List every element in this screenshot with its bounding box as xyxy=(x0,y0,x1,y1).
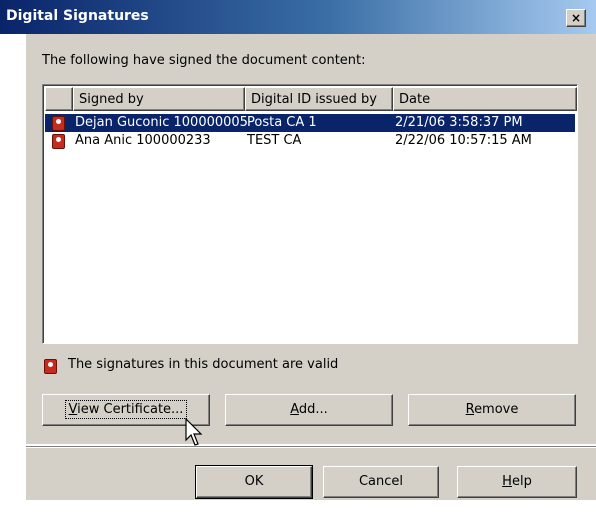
add-label: Add... xyxy=(290,402,328,417)
view-certificate-label: View Certificate... xyxy=(64,400,188,419)
digital-signatures-dialog: Digital Signatures × The following have … xyxy=(0,0,596,515)
remove-label: Remove xyxy=(465,402,519,417)
signature-valid-icon xyxy=(44,359,57,374)
add-button[interactable]: Add... xyxy=(225,394,393,426)
window-title: Digital Signatures xyxy=(6,8,149,24)
row-signed-by: Dejan Guconic 100000005 xyxy=(75,115,248,130)
title-bar: Digital Signatures × xyxy=(0,0,596,34)
help-label: Help xyxy=(502,474,532,489)
ok-button[interactable]: OK xyxy=(195,465,313,499)
row-issuer: Posta CA 1 xyxy=(247,115,317,130)
row-date: 2/22/06 10:57:15 AM xyxy=(395,133,532,148)
list-header: Signed by Digital ID issued by Date xyxy=(45,87,577,113)
remove-button[interactable]: Remove xyxy=(408,394,576,426)
signatures-list[interactable]: Signed by Digital ID issued by Date Deja… xyxy=(42,84,578,344)
mouse-pointer-icon xyxy=(185,418,203,446)
list-row[interactable]: Dejan Guconic 100000005 Posta CA 1 2/21/… xyxy=(45,114,575,132)
help-button[interactable]: Help xyxy=(457,466,577,498)
intro-text: The following have signed the document c… xyxy=(42,53,366,68)
signature-icon xyxy=(52,116,65,131)
column-header-icon[interactable] xyxy=(45,87,73,111)
cancel-button[interactable]: Cancel xyxy=(323,466,439,498)
column-header-date[interactable]: Date xyxy=(393,87,577,111)
row-date: 2/21/06 3:58:37 PM xyxy=(395,115,523,130)
row-signed-by: Ana Anic 100000233 xyxy=(75,133,211,148)
status-text: The signatures in this document are vali… xyxy=(68,357,339,372)
close-button[interactable]: × xyxy=(566,9,586,27)
signature-icon xyxy=(52,134,65,149)
list-row[interactable]: Ana Anic 100000233 TEST CA 2/22/06 10:57… xyxy=(45,132,575,150)
column-header-issuer[interactable]: Digital ID issued by xyxy=(245,87,393,111)
row-issuer: TEST CA xyxy=(247,133,302,148)
column-header-signed-by[interactable]: Signed by xyxy=(73,87,245,111)
